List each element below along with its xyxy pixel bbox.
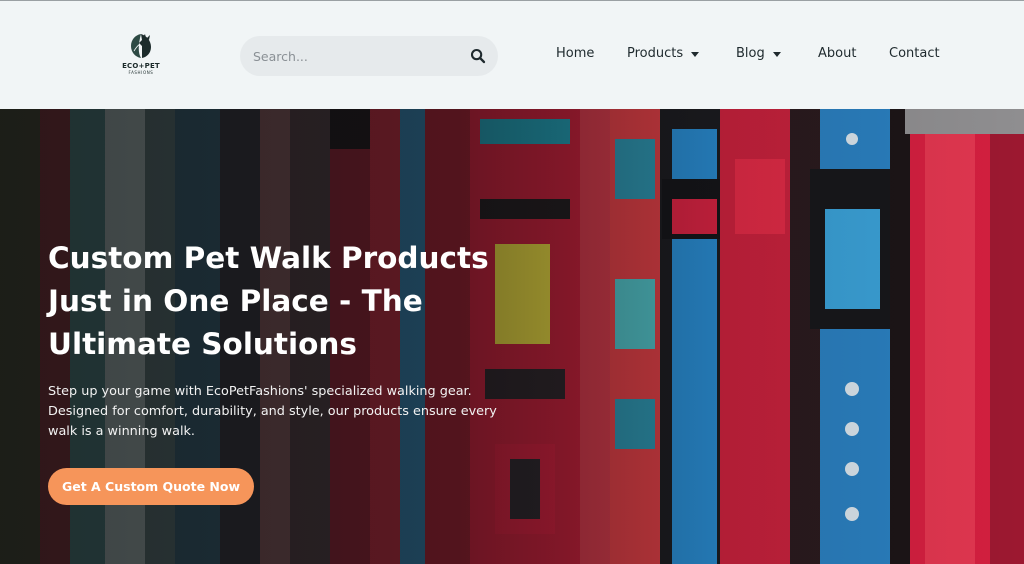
- nav-home[interactable]: Home: [556, 46, 594, 61]
- logo-wordmark: ECO+PET: [122, 62, 160, 70]
- brand-logo[interactable]: ECO+PET FASHIONS: [118, 31, 164, 81]
- search-input[interactable]: [240, 36, 460, 76]
- nav-blog[interactable]: Blog: [736, 46, 781, 61]
- search-button[interactable]: [470, 48, 486, 64]
- nav-home-label: Home: [556, 46, 595, 61]
- nav-contact-label: Contact: [889, 46, 940, 61]
- site-header: ECO+PET FASHIONS Home Products Blog Abou…: [0, 0, 1024, 109]
- hero-description: Step up your game with EcoPetFashions' s…: [48, 384, 497, 439]
- nav-contact[interactable]: Contact: [889, 46, 940, 61]
- nav-products-label: Products: [627, 46, 684, 61]
- hero-section: Custom Pet Walk Products Just in One Pla…: [0, 109, 1024, 564]
- nav-about-label: About: [818, 46, 857, 61]
- search-icon: [470, 48, 486, 64]
- chevron-down-icon: [691, 51, 700, 57]
- get-quote-button[interactable]: Get A Custom Quote Now: [48, 468, 254, 505]
- hero-title: Custom Pet Walk Products Just in One Pla…: [48, 241, 489, 361]
- search-bar: [240, 36, 498, 76]
- chevron-down-icon: [772, 51, 781, 57]
- nav-about[interactable]: About: [818, 46, 856, 61]
- logo-tagline: FASHIONS: [128, 70, 154, 75]
- nav-blog-label: Blog: [736, 46, 765, 61]
- cat-leaf-logo-icon: [131, 34, 151, 58]
- nav-products[interactable]: Products: [627, 46, 700, 61]
